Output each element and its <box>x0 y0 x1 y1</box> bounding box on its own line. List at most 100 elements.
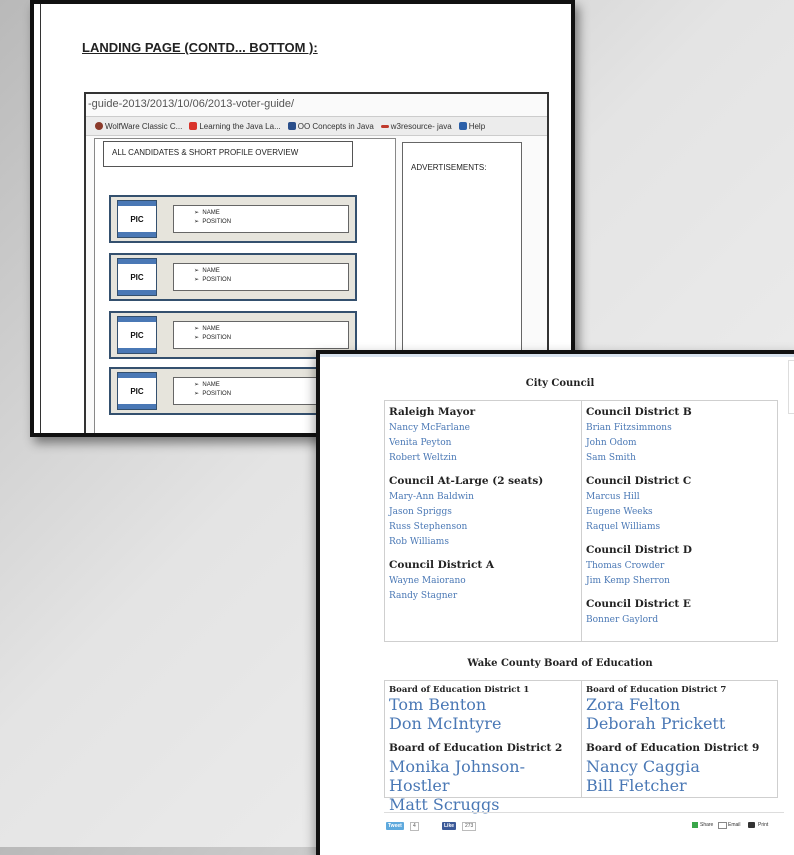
race-title: Council District D <box>586 544 693 556</box>
like-button[interactable]: Like <box>442 822 457 830</box>
like-count: 273 <box>462 822 477 831</box>
candidate-info-box: ➢ NAME ➢ POSITION <box>173 205 349 233</box>
candidate-link[interactable]: Brian Fitzsimmons <box>586 421 773 436</box>
tweet-button[interactable]: Tweet <box>386 822 404 830</box>
candidate-link[interactable]: Nancy Caggia <box>586 757 773 776</box>
candidate-link[interactable]: Marcus Hill <box>586 490 773 505</box>
page-margin-line <box>40 4 41 433</box>
race-title: Raleigh Mayor <box>389 406 476 418</box>
candidate-name: NAME <box>202 268 220 274</box>
board-left-column: Board of Education District 1 Tom Benton… <box>385 681 581 814</box>
bookmark-item[interactable]: Help <box>458 121 486 131</box>
candidate-link[interactable]: Russ Stephenson <box>389 520 577 535</box>
candidate-info-box: ➢ NAME ➢ POSITION <box>173 321 349 349</box>
candidate-row[interactable]: PIC ➢ NAME ➢ POSITION <box>109 195 357 243</box>
candidate-link[interactable]: Eugene Weeks <box>586 505 773 520</box>
candidate-link[interactable]: Randy Stagner <box>389 589 577 604</box>
board-of-education-title: Wake County Board of Education <box>467 658 653 669</box>
address-bar-url[interactable]: -guide-2013/2013/10/06/2013-voter-guide/ <box>88 98 294 110</box>
board-of-education-table: Board of Education District 1 Tom Benton… <box>384 680 778 814</box>
race-title: Council District A <box>389 559 495 571</box>
document-heading: LANDING PAGE (CONTD... BOTTOM ): <box>82 40 318 55</box>
candidate-link[interactable]: John Odom <box>586 436 773 451</box>
race-title: Council District B <box>586 406 692 418</box>
candidate-pic-placeholder: PIC <box>117 372 157 410</box>
bookmark-item[interactable]: Learning the Java La... <box>189 122 281 131</box>
bookmark-label: Help <box>468 121 486 131</box>
race-block: Board of Education District 9 Nancy Cagg… <box>586 741 773 795</box>
voter-guide-screenshot: City Council Raleigh Mayor Nancy McFarla… <box>316 350 794 855</box>
candidate-row[interactable]: PIC ➢ NAME ➢ POSITION <box>109 253 357 301</box>
bookmark-item[interactable]: w3resource- java <box>380 121 452 131</box>
email-link[interactable]: Email <box>728 822 741 828</box>
candidate-link[interactable]: Mary-Ann Baldwin <box>389 490 577 505</box>
race-block: Board of Education District 2 Monika Joh… <box>389 741 577 814</box>
print-icon <box>748 822 755 828</box>
share-divider <box>384 812 784 813</box>
candidate-position: POSITION <box>202 219 232 225</box>
candidate-link[interactable]: Wayne Maiorano <box>389 574 577 589</box>
bookmark-favicon-icon <box>458 122 467 130</box>
share-icon <box>692 822 698 828</box>
candidate-link[interactable]: Nancy McFarlane <box>389 421 577 436</box>
race-block: Board of Education District 7 Zora Felto… <box>586 685 773 733</box>
candidate-link[interactable]: Deborah Prickett <box>586 714 773 733</box>
race-block: Council District D Thomas Crowder Jim Ke… <box>586 543 773 589</box>
city-council-title: City Council <box>525 378 595 389</box>
board-right-column: Board of Education District 7 Zora Felto… <box>581 681 777 797</box>
candidate-pic-placeholder: PIC <box>117 316 157 354</box>
candidate-pic-placeholder: PIC <box>117 200 157 238</box>
race-title: Board of Education District 9 <box>586 742 760 754</box>
bookmark-favicon-icon <box>189 122 198 130</box>
tweet-count: 4 <box>410 822 419 831</box>
share-link[interactable]: Share <box>700 822 713 828</box>
side-widget-edge <box>788 360 794 414</box>
race-block: Raleigh Mayor Nancy McFarlane Venita Pey… <box>389 405 577 466</box>
candidate-link[interactable]: Don McIntyre <box>389 714 577 733</box>
bookmark-item[interactable]: WolfWare Classic C... <box>95 122 182 131</box>
bookmark-label: w3resource- java <box>390 121 452 131</box>
race-title: Council At-Large (2 seats) <box>389 475 544 487</box>
candidate-position: POSITION <box>202 277 232 283</box>
bookmark-favicon-icon <box>95 122 103 130</box>
candidate-link[interactable]: Bill Fletcher <box>586 776 773 795</box>
candidate-name: NAME <box>202 210 220 216</box>
race-block: Council District E Bonner Gaylord <box>586 597 773 628</box>
email-icon <box>718 822 727 829</box>
print-link[interactable]: Print <box>758 822 768 828</box>
city-council-table: Raleigh Mayor Nancy McFarlane Venita Pey… <box>384 400 778 642</box>
candidate-link[interactable]: Rob Williams <box>389 535 577 550</box>
bookmark-favicon-icon <box>380 124 389 128</box>
candidate-link[interactable]: Jason Spriggs <box>389 505 577 520</box>
race-title: Board of Education District 7 <box>586 685 727 695</box>
candidate-link[interactable]: Monika Johnson-Hostler <box>389 757 577 795</box>
bookmark-favicon-icon <box>287 122 296 130</box>
candidate-link[interactable]: Raquel Williams <box>586 520 773 535</box>
city-council-left-column: Raleigh Mayor Nancy McFarlane Venita Pey… <box>385 401 581 641</box>
bookmark-item[interactable]: OO Concepts in Java <box>287 121 374 131</box>
candidate-link[interactable]: Robert Weltzin <box>389 451 577 466</box>
candidate-info-box: ➢ NAME ➢ POSITION <box>173 263 349 291</box>
page-top-strip <box>320 354 794 357</box>
race-title: Council District C <box>586 475 692 487</box>
race-block: Board of Education District 1 Tom Benton… <box>389 685 577 733</box>
bookmark-label: OO Concepts in Java <box>297 121 374 131</box>
candidate-link[interactable]: Venita Peyton <box>389 436 577 451</box>
candidate-link[interactable]: Thomas Crowder <box>586 559 773 574</box>
candidate-link[interactable]: Zora Felton <box>586 695 773 714</box>
race-block: Council District B Brian Fitzsimmons Joh… <box>586 405 773 466</box>
candidate-position: POSITION <box>202 391 232 397</box>
race-title: Board of Education District 1 <box>389 685 530 695</box>
candidate-link[interactable]: Bonner Gaylord <box>586 613 773 628</box>
share-bar: Tweet 4 Like 273 Share Email Print <box>386 820 786 834</box>
city-council-right-column: Council District B Brian Fitzsimmons Joh… <box>581 401 777 641</box>
candidate-link[interactable]: Jim Kemp Sherron <box>586 574 773 589</box>
candidate-link[interactable]: Sam Smith <box>586 451 773 466</box>
race-block: Council At-Large (2 seats) Mary-Ann Bald… <box>389 474 577 550</box>
candidate-link[interactable]: Tom Benton <box>389 695 577 714</box>
race-block: Council District C Marcus Hill Eugene We… <box>586 474 773 535</box>
candidate-position: POSITION <box>202 335 232 341</box>
candidate-name: NAME <box>202 382 220 388</box>
candidates-overview-header: ALL CANDIDATES & SHORT PROFILE OVERVIEW <box>103 141 353 167</box>
race-title: Board of Education District 2 <box>389 742 563 754</box>
